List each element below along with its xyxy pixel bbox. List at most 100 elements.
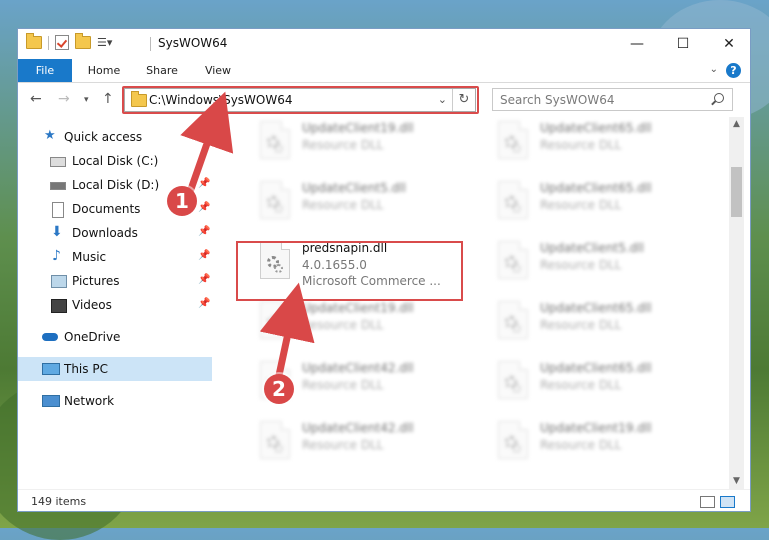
file-name: UpdateClient19.dll bbox=[302, 121, 414, 135]
navigation-pane: ★ Quick access Local Disk (C:) Local Dis… bbox=[18, 117, 212, 489]
file-description: Resource DLL bbox=[302, 438, 384, 452]
file-item[interactable]: UpdateClient65.dll Resource DLL bbox=[492, 297, 712, 349]
computer-icon bbox=[42, 363, 60, 375]
sidebar-item-local-disk-c[interactable]: Local Disk (C:) bbox=[18, 149, 212, 173]
pin-icon[interactable]: 📌 bbox=[198, 202, 210, 213]
file-name: UpdateClient65.dll bbox=[540, 301, 652, 315]
file-item[interactable]: UpdateClient65.dll Resource DLL bbox=[492, 117, 712, 169]
file-item[interactable]: UpdateClient19.dll Resource DLL bbox=[254, 297, 474, 349]
cloud-icon bbox=[42, 333, 58, 341]
sidebar-item-label: This PC bbox=[64, 362, 108, 376]
sidebar-item-music[interactable]: ♪ Music 📌 bbox=[18, 245, 212, 269]
sidebar-item-network[interactable]: Network bbox=[18, 389, 212, 413]
pin-icon[interactable]: 📌 bbox=[198, 178, 210, 189]
dll-file-icon bbox=[260, 121, 290, 159]
file-name: UpdateClient65.dll bbox=[540, 361, 652, 375]
navigation-bar: ← → ▾ ↑ C:\Windows\SysWOW64 ⌄ ↻ Search S… bbox=[18, 83, 750, 117]
file-name: UpdateClient42.dll bbox=[302, 361, 414, 375]
forward-arrow-icon[interactable]: → bbox=[58, 91, 70, 107]
maximize-button[interactable]: ☐ bbox=[660, 29, 706, 58]
star-icon: ★ bbox=[44, 128, 56, 143]
expand-ribbon-icon[interactable]: ⌄ bbox=[710, 64, 718, 75]
file-name: UpdateClient19.dll bbox=[302, 301, 414, 315]
file-highlight-box bbox=[236, 241, 463, 301]
separator bbox=[48, 35, 49, 50]
item-count: 149 items bbox=[31, 495, 87, 508]
file-name: UpdateClient65.dll bbox=[540, 181, 652, 195]
file-name: UpdateClient19.dll bbox=[540, 421, 652, 435]
search-placeholder: Search SysWOW64 bbox=[500, 93, 615, 107]
pin-icon[interactable]: 📌 bbox=[198, 274, 210, 285]
tab-view[interactable]: View bbox=[198, 59, 238, 82]
sidebar-item-downloads[interactable]: ⬇ Downloads 📌 bbox=[18, 221, 212, 245]
dll-file-icon bbox=[498, 301, 528, 339]
recent-locations-icon[interactable]: ▾ bbox=[84, 95, 89, 105]
ribbon-tabs: File Home Share View ⌄ ? bbox=[18, 59, 750, 83]
sidebar-item-pictures[interactable]: Pictures 📌 bbox=[18, 269, 212, 293]
customize-toolbar-icon[interactable]: ☰▾ bbox=[97, 36, 112, 49]
address-highlight-box bbox=[122, 86, 479, 114]
pin-icon[interactable]: 📌 bbox=[198, 226, 210, 237]
sidebar-item-label: Quick access bbox=[64, 130, 143, 144]
music-icon: ♪ bbox=[52, 248, 61, 264]
sidebar-item-label: Music bbox=[72, 250, 107, 264]
file-item[interactable]: UpdateClient19.dll Resource DLL bbox=[492, 417, 712, 469]
details-view-icon[interactable] bbox=[700, 496, 715, 508]
documents-icon bbox=[52, 202, 64, 218]
sidebar-item-label: Pictures bbox=[72, 274, 120, 288]
pictures-icon bbox=[51, 275, 67, 288]
file-item[interactable]: UpdateClient65.dll Resource DLL bbox=[492, 357, 712, 409]
search-input[interactable]: Search SysWOW64 bbox=[492, 88, 733, 111]
file-item[interactable]: UpdateClient5.dll Resource DLL bbox=[254, 177, 474, 229]
file-item[interactable]: UpdateClient42.dll Resource DLL bbox=[254, 417, 474, 469]
scroll-down-icon[interactable]: ▼ bbox=[729, 474, 744, 489]
dll-file-icon bbox=[498, 121, 528, 159]
file-description: Resource DLL bbox=[540, 438, 622, 452]
file-description: Resource DLL bbox=[540, 378, 622, 392]
tiles-view-icon[interactable] bbox=[720, 496, 735, 508]
file-item[interactable]: UpdateClient5.dll Resource DLL bbox=[492, 237, 712, 289]
scroll-up-icon[interactable]: ▲ bbox=[729, 117, 744, 132]
back-arrow-icon[interactable]: ← bbox=[30, 91, 42, 107]
file-description: Resource DLL bbox=[302, 378, 384, 392]
new-folder-icon[interactable] bbox=[75, 33, 91, 49]
properties-icon[interactable] bbox=[55, 35, 69, 50]
file-item[interactable]: UpdateClient19.dll Resource DLL bbox=[254, 117, 474, 169]
dll-file-icon bbox=[498, 241, 528, 279]
title-bar: ☰▾ SysWOW64 — ☐ ✕ bbox=[18, 29, 750, 59]
pin-icon[interactable]: 📌 bbox=[198, 250, 210, 261]
file-list: UpdateClient19.dll Resource DLL UpdateCl… bbox=[214, 117, 728, 489]
file-description: Resource DLL bbox=[302, 198, 384, 212]
sidebar-item-this-pc[interactable]: This PC bbox=[18, 357, 212, 381]
dll-file-icon bbox=[260, 421, 290, 459]
step-badge-2: 2 bbox=[264, 374, 294, 404]
sidebar-item-label: Downloads bbox=[72, 226, 138, 240]
search-icon[interactable] bbox=[714, 93, 724, 103]
folder-icon[interactable] bbox=[26, 33, 42, 49]
sidebar-item-onedrive[interactable]: OneDrive bbox=[18, 325, 212, 349]
file-name: UpdateClient5.dll bbox=[540, 241, 644, 255]
minimize-button[interactable]: — bbox=[614, 29, 660, 58]
network-icon bbox=[42, 395, 60, 407]
dll-file-icon bbox=[498, 421, 528, 459]
scrollbar-thumb[interactable] bbox=[731, 167, 742, 217]
tab-home[interactable]: Home bbox=[84, 59, 124, 82]
separator bbox=[150, 37, 151, 51]
window-title: SysWOW64 bbox=[158, 36, 228, 50]
up-arrow-icon[interactable]: ↑ bbox=[102, 91, 114, 107]
help-button[interactable]: ? bbox=[726, 63, 741, 78]
file-name: UpdateClient65.dll bbox=[540, 121, 652, 135]
vertical-scrollbar[interactable]: ▲ ▼ bbox=[729, 117, 744, 489]
dll-file-icon bbox=[260, 301, 290, 339]
videos-icon bbox=[51, 299, 67, 313]
tab-share[interactable]: Share bbox=[142, 59, 182, 82]
close-button[interactable]: ✕ bbox=[706, 29, 750, 58]
sidebar-item-label: Network bbox=[64, 394, 115, 408]
sidebar-item-label: Videos bbox=[72, 298, 112, 312]
file-item[interactable]: UpdateClient65.dll Resource DLL bbox=[492, 177, 712, 229]
sidebar-item-quick-access[interactable]: ★ Quick access bbox=[18, 125, 212, 149]
sidebar-item-videos[interactable]: Videos 📌 bbox=[18, 293, 212, 317]
tab-file[interactable]: File bbox=[18, 59, 72, 82]
download-icon: ⬇ bbox=[51, 224, 63, 240]
pin-icon[interactable]: 📌 bbox=[198, 298, 210, 309]
